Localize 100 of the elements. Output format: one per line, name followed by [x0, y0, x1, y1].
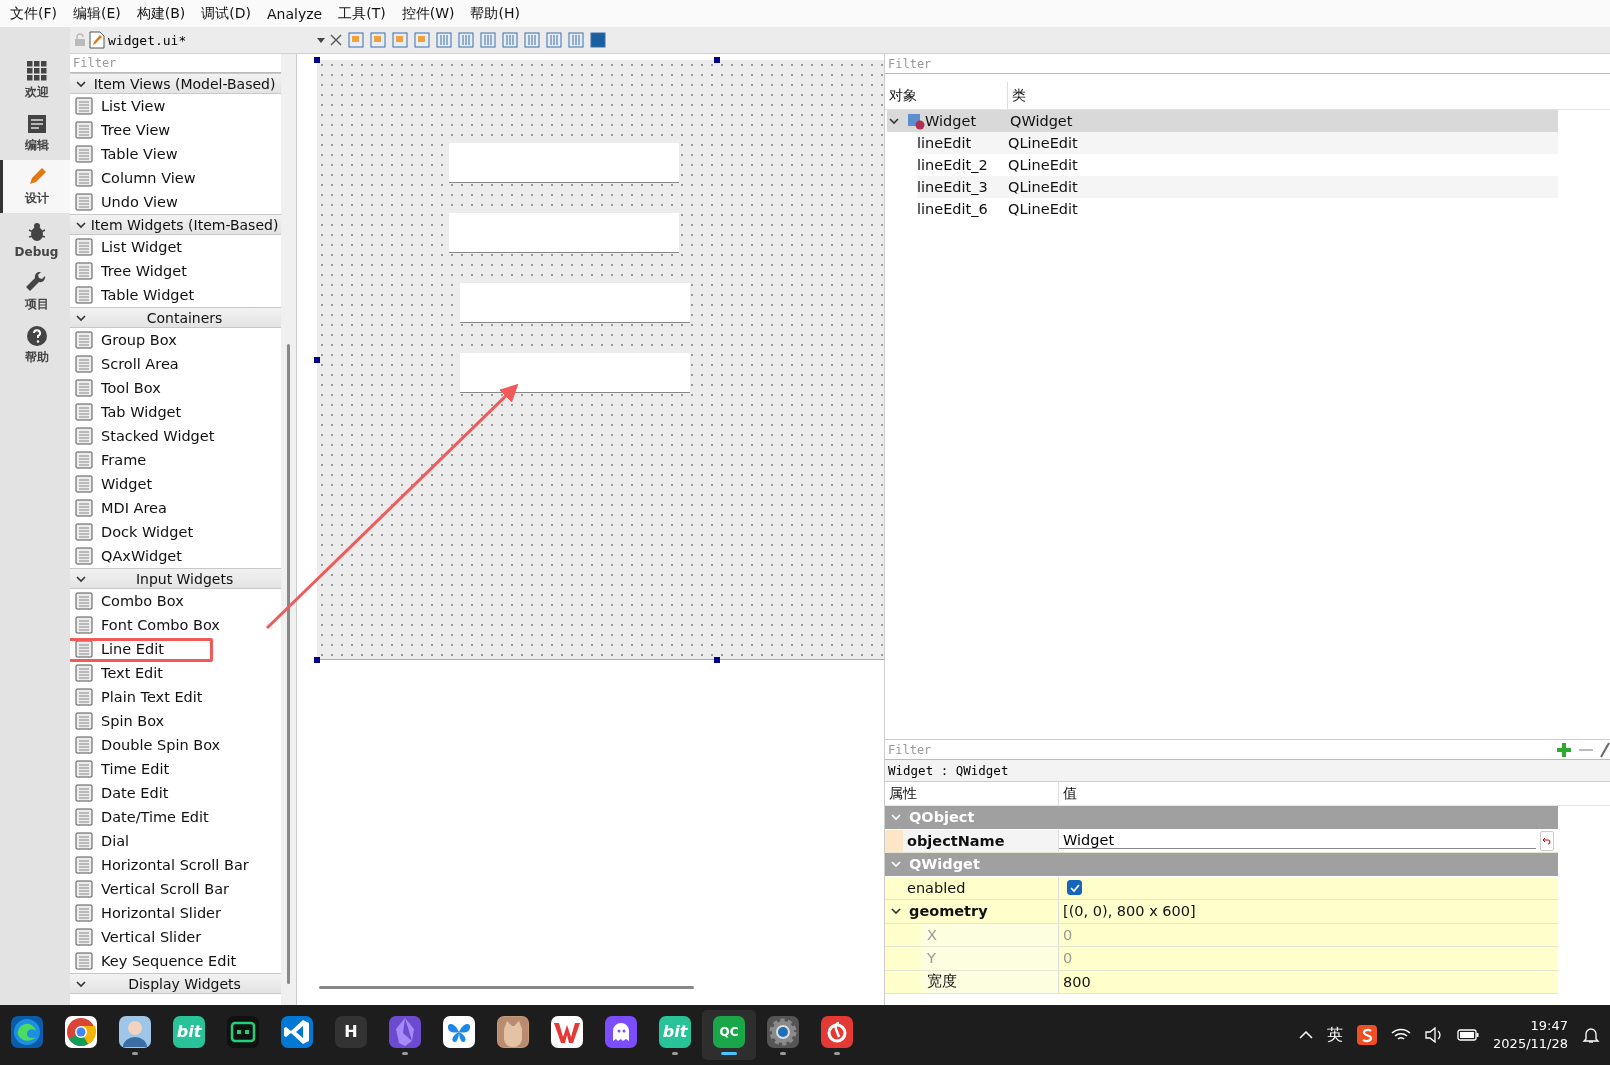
line-edit[interactable] — [449, 213, 679, 253]
taskbar-app[interactable] — [497, 1015, 529, 1048]
value-field[interactable]: Widget — [1059, 832, 1536, 850]
dropdown-icon[interactable] — [316, 36, 326, 44]
mode-button[interactable]: 编辑 — [0, 107, 70, 160]
resize-handle[interactable] — [714, 57, 720, 63]
widget-item[interactable]: Horizontal Scroll Bar — [70, 853, 282, 877]
taskbar-app[interactable] — [821, 1015, 853, 1048]
resize-handle[interactable] — [314, 57, 320, 63]
widget-item[interactable]: Time Edit — [70, 757, 282, 781]
checkbox[interactable] — [1067, 880, 1082, 896]
category-header[interactable]: Containers — [70, 307, 282, 328]
widget-item[interactable]: Date/Time Edit — [70, 805, 282, 829]
category-header[interactable]: Item Views (Model-Based) — [70, 73, 282, 94]
widget-item[interactable]: Widget — [70, 472, 282, 496]
taskbar-app[interactable] — [281, 1015, 313, 1048]
widget-item[interactable]: Double Spin Box — [70, 733, 282, 757]
tree-row[interactable]: lineEdit_3 QLineEdit — [917, 176, 1558, 198]
widget-item[interactable]: Tool Box — [70, 376, 282, 400]
taskbar-app[interactable] — [389, 1015, 421, 1048]
scroll-bar[interactable] — [281, 54, 296, 1005]
widget-item[interactable]: Font Combo Box — [70, 613, 282, 637]
widget-item[interactable]: QAxWidget — [70, 544, 282, 568]
widget-label: Table View — [101, 146, 178, 162]
widget-item[interactable]: Combo Box — [70, 589, 282, 613]
menu-item[interactable]: 调试(D) — [193, 4, 259, 23]
widget-item[interactable]: Dial — [70, 829, 282, 853]
widget-item[interactable]: Horizontal Slider — [70, 901, 282, 925]
menu-item[interactable]: 控件(W) — [393, 4, 463, 23]
taskbar-app[interactable] — [443, 1015, 475, 1048]
reset-button[interactable] — [1540, 830, 1554, 851]
widget-item[interactable]: Tree Widget — [70, 259, 282, 283]
property-value: 800 — [1062, 972, 1091, 992]
line-edit[interactable] — [460, 353, 690, 393]
menu-item[interactable]: 构建(B) — [128, 4, 194, 23]
mode-button[interactable]: 项目 — [0, 266, 70, 319]
taskbar-app[interactable] — [551, 1015, 583, 1048]
taskbar-app[interactable] — [65, 1015, 97, 1048]
widget-item[interactable]: MDI Area — [70, 496, 282, 520]
resize-handle[interactable] — [314, 657, 320, 663]
tree-row[interactable]: lineEdit QLineEdit — [917, 132, 1558, 154]
widget-item[interactable]: Table Widget — [70, 283, 282, 307]
volume-icon[interactable] — [1425, 1027, 1444, 1043]
widget-item[interactable]: List View — [70, 94, 282, 118]
taskbar-app[interactable] — [227, 1015, 259, 1048]
widget-item[interactable]: Scroll Area — [70, 352, 282, 376]
close-icon[interactable] — [329, 33, 343, 47]
widget-item[interactable]: Spin Box — [70, 709, 282, 733]
widget-item[interactable]: Tree View — [70, 118, 282, 142]
filter-field[interactable]: Filter — [70, 54, 282, 73]
category-header[interactable]: Display Widgets — [70, 973, 282, 994]
chevron-icon[interactable] — [1299, 1030, 1314, 1040]
widget-item[interactable]: Dock Widget — [70, 520, 282, 544]
taskbar-app[interactable]: H — [335, 1015, 367, 1048]
battery-icon[interactable] — [1457, 1028, 1480, 1042]
resize-handle[interactable] — [314, 357, 320, 363]
category-header[interactable]: Input Widgets — [70, 568, 282, 589]
taskbar-app[interactable] — [11, 1015, 43, 1048]
tree-row[interactable]: Widget QWidget — [887, 110, 1558, 132]
widget-item[interactable]: Table View — [70, 142, 282, 166]
menu-item[interactable]: 工具(T) — [330, 4, 394, 23]
menu-item[interactable]: Analyze — [259, 5, 331, 22]
taskbar-app[interactable] — [767, 1015, 799, 1048]
clock[interactable]: 19:47 2025/11/28 — [1493, 1017, 1568, 1053]
menu-item[interactable]: 文件(F) — [2, 4, 65, 23]
widget-item[interactable]: Date Edit — [70, 781, 282, 805]
taskbar-app[interactable] — [605, 1015, 637, 1048]
property-name: enabled — [907, 879, 966, 896]
category-header[interactable]: Item Widgets (Item-Based) — [70, 214, 282, 235]
widget-item[interactable]: Vertical Scroll Bar — [70, 877, 282, 901]
menu-item[interactable]: 帮助(H) — [462, 4, 528, 23]
ime-icon[interactable] — [1357, 1025, 1378, 1045]
mode-button[interactable]: 设计 — [0, 160, 70, 213]
menu-item[interactable]: 编辑(E) — [65, 4, 129, 23]
widget-label: Widget — [101, 476, 153, 492]
widget-item[interactable]: Stacked Widget — [70, 424, 282, 448]
input-method[interactable]: 英 — [1327, 1024, 1344, 1046]
taskbar-app[interactable] — [119, 1015, 151, 1048]
notification-icon[interactable] — [1582, 1026, 1600, 1044]
mode-button[interactable]: Debug — [0, 213, 70, 266]
widget-item[interactable]: Tab Widget — [70, 400, 282, 424]
add-icon[interactable] — [1556, 741, 1572, 758]
mode-button[interactable]: 欢迎 — [0, 54, 70, 107]
line-edit[interactable] — [449, 143, 679, 183]
widget-item[interactable]: Undo View — [70, 190, 282, 214]
resize-handle[interactable] — [714, 657, 720, 663]
toolbar-button[interactable] — [588, 30, 607, 50]
widget-item[interactable]: Column View — [70, 166, 282, 190]
lock-icon — [74, 33, 86, 47]
widget-item[interactable]: List Widget — [70, 235, 282, 259]
widget-item[interactable]: Key Sequence Edit — [70, 949, 282, 973]
widget-item[interactable]: Frame — [70, 448, 282, 472]
widget-item[interactable]: Plain Text Edit — [70, 685, 282, 709]
widget-item[interactable]: Text Edit — [70, 661, 282, 685]
widget-item[interactable]: Vertical Slider — [70, 925, 282, 949]
line-edit[interactable] — [460, 283, 690, 323]
mode-button[interactable]: 帮助 — [0, 319, 70, 372]
widget-item[interactable]: Group Box — [70, 328, 282, 352]
scroll-bar[interactable] — [319, 986, 694, 989]
widget-item[interactable]: Line Edit — [70, 637, 282, 661]
